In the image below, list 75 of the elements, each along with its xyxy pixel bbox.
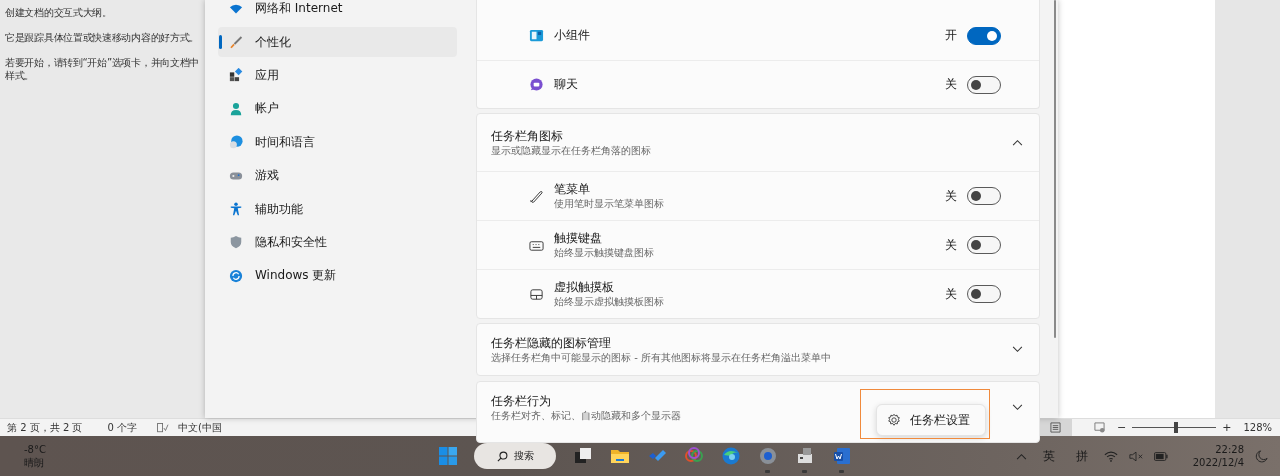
toggle-state: 关 bbox=[945, 236, 957, 254]
page-count: 第 2 页，共 2 页 bbox=[7, 420, 83, 435]
setting-description: 使用笔时显示笔菜单图标 bbox=[554, 197, 664, 210]
zoom-out-button[interactable]: − bbox=[1116, 421, 1127, 434]
settings-icon bbox=[887, 413, 901, 427]
taskbar-settings-button[interactable]: 任务栏设置 bbox=[876, 404, 986, 436]
toggle-state: 关 bbox=[945, 285, 957, 303]
clock-time[interactable]: 22:28 bbox=[1215, 443, 1244, 456]
section-title: 任务栏角图标 bbox=[491, 128, 563, 144]
globe-icon bbox=[229, 135, 243, 150]
search-button[interactable]: 搜索 bbox=[474, 443, 556, 469]
nav-item[interactable]: 时间和语言 bbox=[218, 125, 457, 159]
document-text: 若要开始，请转到“开始”选项卡，并向文档中 bbox=[5, 56, 200, 69]
toggle-switch[interactable] bbox=[967, 285, 1001, 303]
chat-icon bbox=[529, 77, 544, 92]
browser-icon[interactable] bbox=[720, 446, 741, 466]
section-description: 任务栏对齐、标记、自动隐藏和多个显示器 bbox=[491, 408, 681, 422]
document-text: 创建文档的交互式大纲。 bbox=[5, 6, 112, 19]
print-layout-icon bbox=[1050, 422, 1062, 433]
chevron-down-icon[interactable] bbox=[1012, 346, 1023, 353]
pen-icon bbox=[529, 188, 544, 204]
section-title: 任务栏隐藏的图标管理 bbox=[491, 335, 611, 351]
wifi-icon[interactable] bbox=[1103, 450, 1118, 462]
mute-icon[interactable] bbox=[1128, 450, 1143, 462]
nav-item[interactable]: 游戏 bbox=[218, 158, 457, 193]
section-description: 显示或隐藏显示在任务栏角落的图标 bbox=[491, 144, 651, 157]
toggle-switch[interactable] bbox=[967, 187, 1001, 205]
language-indicator[interactable]: 中文(中国 bbox=[178, 420, 222, 435]
scrollbar[interactable] bbox=[1054, 0, 1056, 338]
document-text: 样式。 bbox=[5, 69, 35, 82]
nav-item[interactable]: 帐户 bbox=[218, 92, 457, 126]
setting-description: 始终显示触摸键盘图标 bbox=[554, 246, 654, 259]
widgets-icon bbox=[529, 28, 544, 43]
section-title: 任务栏行为 bbox=[491, 392, 551, 409]
update-icon bbox=[229, 268, 243, 283]
nav-item[interactable]: Windows 更新 bbox=[218, 259, 457, 293]
setting-description: 始终显示虚拟触摸板图标 bbox=[554, 295, 664, 308]
setting-label: 笔菜单 bbox=[554, 182, 590, 197]
setting-label: 聊天 bbox=[554, 77, 578, 92]
zoom-percent[interactable]: 128% bbox=[1243, 422, 1272, 433]
document-app-icon[interactable] bbox=[831, 446, 852, 466]
task-view-icon[interactable] bbox=[572, 446, 593, 466]
apps-icon bbox=[229, 68, 243, 83]
toggle-state: 关 bbox=[945, 76, 957, 93]
toggle-state: 关 bbox=[945, 187, 957, 205]
touchpad-icon bbox=[529, 286, 544, 302]
setting-label: 触摸键盘 bbox=[554, 231, 602, 246]
zoom-in-button[interactable]: + bbox=[1222, 421, 1232, 434]
person-icon bbox=[229, 101, 243, 116]
setting-label: 虚拟触摸板 bbox=[554, 280, 614, 295]
print-layout-button[interactable] bbox=[1039, 419, 1072, 436]
accessibility-icon bbox=[229, 202, 243, 216]
toggle-state: 开 bbox=[945, 27, 957, 44]
chevron-down-icon[interactable] bbox=[1012, 403, 1023, 411]
nav-item[interactable]: 网络和 Internet bbox=[218, 0, 457, 26]
nav-item[interactable]: 应用 bbox=[218, 58, 457, 93]
brush-icon bbox=[229, 35, 243, 50]
section-description: 选择任务栏角中可能显示的图标 - 所有其他图标将显示在任务栏角溢出菜单中 bbox=[491, 351, 831, 364]
toggle-switch[interactable] bbox=[967, 75, 1001, 94]
setting-label: 小组件 bbox=[554, 28, 590, 43]
search-icon bbox=[496, 450, 508, 462]
nav-item[interactable]: 个性化 bbox=[218, 27, 457, 58]
proofing-icon[interactable] bbox=[157, 422, 169, 433]
nav-item[interactable]: 隐私和安全性 bbox=[218, 225, 457, 260]
document-text: 它是跟踪具体位置或快速移动内容的好方式。 bbox=[5, 31, 199, 44]
toggle-switch[interactable] bbox=[967, 26, 1001, 45]
start-icon[interactable] bbox=[438, 446, 458, 466]
battery-icon[interactable] bbox=[1153, 451, 1168, 461]
word-count: 0 个字 bbox=[107, 420, 137, 435]
nav-item[interactable]: 辅助功能 bbox=[218, 192, 457, 226]
shield-icon bbox=[229, 235, 243, 250]
web-layout-icon[interactable] bbox=[1093, 422, 1105, 433]
moon-icon[interactable] bbox=[1255, 449, 1268, 463]
toggle-switch[interactable] bbox=[967, 236, 1001, 254]
chevron-up-icon[interactable] bbox=[1012, 139, 1023, 146]
